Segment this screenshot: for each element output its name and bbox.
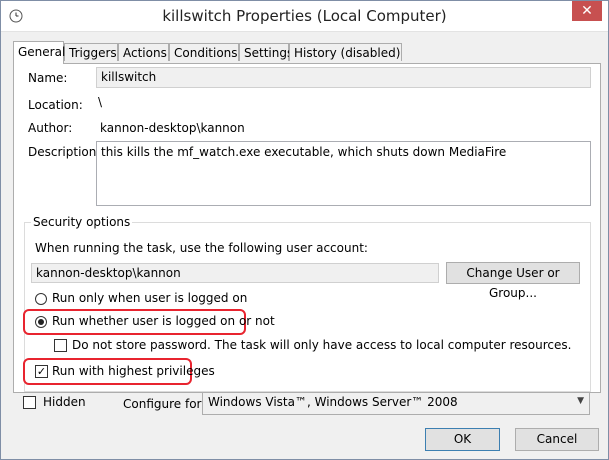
name-field[interactable]: killswitch [96, 67, 591, 88]
description-label: Description: [28, 145, 101, 159]
location-label: Location: [28, 98, 83, 112]
cancel-button[interactable]: Cancel [515, 428, 599, 451]
run-whether-logged-on-radio[interactable] [35, 316, 47, 328]
configure-for-select[interactable]: Windows Vista™, Windows Server™ 2008 ▼ [202, 392, 590, 415]
do-not-store-password-checkbox[interactable] [54, 339, 67, 352]
change-user-button[interactable]: Change User or Group... [446, 262, 580, 300]
tab-actions[interactable]: Actions [118, 43, 169, 61]
ok-button[interactable]: OK [425, 428, 500, 451]
description-field[interactable]: this kills the mf_watch.exe executable, … [96, 141, 591, 206]
chevron-down-icon: ▼ [577, 396, 584, 406]
run-whether-logged-on-label[interactable]: Run whether user is logged on or not [52, 314, 275, 328]
close-icon[interactable]: ✕ [572, 1, 602, 21]
location-value: \ [98, 95, 103, 109]
do-not-store-password-label[interactable]: Do not store password. The task will onl… [72, 338, 571, 352]
radio-selected-dot [38, 319, 44, 325]
user-account-field: kannon-desktop\kannon [31, 263, 439, 283]
hidden-checkbox[interactable] [23, 396, 36, 409]
highest-privileges-label[interactable]: Run with highest privileges [52, 364, 215, 378]
run-logged-on-radio[interactable] [35, 293, 47, 305]
run-logged-on-label[interactable]: Run only when user is logged on [52, 291, 247, 305]
window-title: killswitch Properties (Local Computer) [162, 7, 447, 25]
properties-dialog: killswitch Properties (Local Computer) ✕… [0, 0, 609, 460]
author-label: Author: [28, 121, 73, 135]
configure-for-value: Windows Vista™, Windows Server™ 2008 [208, 395, 458, 409]
tab-settings[interactable]: Settings [239, 43, 293, 61]
security-options-group: Security options When running the task, … [23, 215, 591, 392]
title-bar[interactable]: killswitch Properties (Local Computer) ✕ [1, 1, 608, 32]
tab-conditions[interactable]: Conditions [169, 43, 239, 61]
configure-for-label: Configure for: [123, 397, 206, 411]
hidden-label[interactable]: Hidden [43, 395, 86, 409]
tab-history[interactable]: History (disabled) [289, 43, 402, 61]
checkmark-icon[interactable]: ✓ [35, 365, 48, 378]
account-prompt: When running the task, use the following… [35, 241, 368, 255]
general-tab-panel: Name: killswitch Location: \ Author: kan… [13, 63, 601, 393]
tab-general[interactable]: General [13, 41, 65, 64]
author-value: kannon-desktop\kannon [100, 121, 245, 135]
name-label: Name: [28, 71, 68, 85]
tab-triggers[interactable]: Triggers [64, 43, 118, 61]
security-options-title: Security options [31, 215, 133, 229]
